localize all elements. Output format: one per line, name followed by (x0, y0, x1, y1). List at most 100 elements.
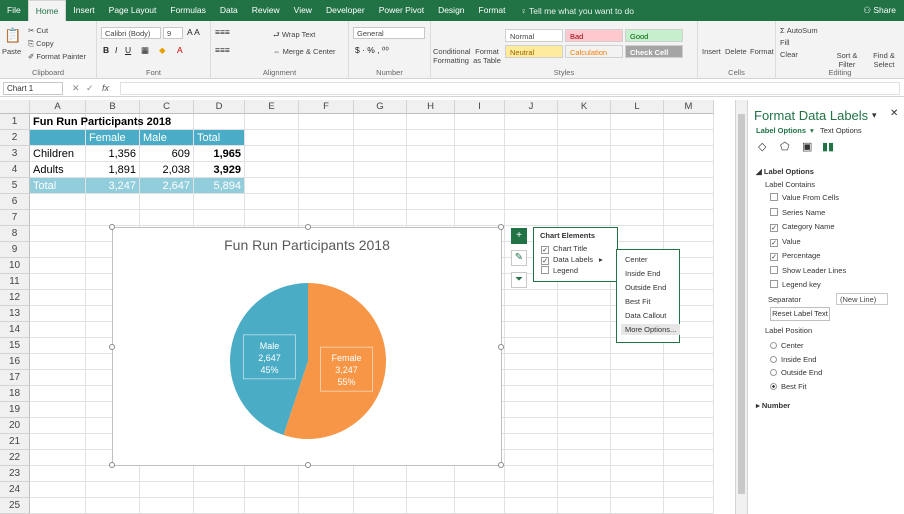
cell[interactable] (407, 130, 455, 146)
cell-value[interactable]: 3,929 (194, 162, 245, 178)
cell[interactable] (455, 146, 505, 162)
conditional-formatting-button[interactable]: Conditional Formatting (433, 47, 471, 65)
cell[interactable] (611, 482, 664, 498)
cell[interactable] (505, 178, 558, 194)
cell[interactable] (558, 194, 611, 210)
formula-input[interactable] (120, 82, 900, 95)
resize-handle[interactable] (109, 224, 115, 230)
cell-value[interactable]: Adults (30, 162, 86, 178)
row-header[interactable]: 10 (0, 258, 30, 274)
cell[interactable] (664, 114, 714, 130)
format-painter-button[interactable]: ✐ Format Painter (28, 52, 86, 61)
cell[interactable] (299, 114, 354, 130)
cell[interactable] (664, 386, 714, 402)
checkbox-option[interactable]: ✓ Category Name (770, 222, 835, 232)
cell[interactable] (611, 450, 664, 466)
cell[interactable] (505, 402, 558, 418)
cell[interactable] (407, 498, 455, 514)
cell[interactable] (354, 210, 407, 226)
cell[interactable] (611, 146, 664, 162)
clear-button[interactable]: Clear (780, 50, 798, 59)
cell[interactable] (505, 194, 558, 210)
cell[interactable] (30, 338, 86, 354)
column-header[interactable]: K (558, 100, 611, 114)
column-header[interactable]: J (505, 100, 558, 114)
row-header[interactable]: 6 (0, 194, 30, 210)
cell[interactable] (558, 130, 611, 146)
cell[interactable] (505, 306, 558, 322)
cell[interactable] (407, 466, 455, 482)
cell[interactable] (354, 130, 407, 146)
cell[interactable] (30, 258, 86, 274)
cell[interactable] (245, 146, 299, 162)
menu-item-center[interactable]: Center (625, 255, 648, 264)
resize-handle[interactable] (498, 224, 504, 230)
cell[interactable] (505, 498, 558, 514)
tab-label-options[interactable]: Label Options (756, 126, 806, 135)
size-properties-icon[interactable]: ▣ (802, 140, 812, 153)
cell[interactable] (30, 370, 86, 386)
cell[interactable] (664, 226, 714, 242)
row-header[interactable]: 2 (0, 130, 30, 146)
cell[interactable] (299, 194, 354, 210)
cell[interactable] (505, 146, 558, 162)
cell[interactable] (611, 498, 664, 514)
copy-button[interactable]: ⎘ Copy (28, 39, 54, 49)
merge-center-button[interactable]: ⇔ Merge & Center (273, 47, 336, 56)
cell-value[interactable]: 2,038 (140, 162, 194, 178)
grow-font-icon[interactable]: A A (187, 27, 200, 37)
resize-handle[interactable] (305, 224, 311, 230)
reset-label-text-button[interactable]: Reset Label Text (770, 307, 830, 321)
cell[interactable] (30, 450, 86, 466)
tab-power-pivot[interactable]: Power Pivot (372, 0, 431, 21)
cell[interactable] (664, 130, 714, 146)
cell[interactable] (558, 322, 611, 338)
cell[interactable] (505, 386, 558, 402)
cell[interactable] (611, 178, 664, 194)
cell[interactable] (558, 210, 611, 226)
tab-developer[interactable]: Developer (319, 0, 372, 21)
row-header[interactable]: 7 (0, 210, 30, 226)
cell-value[interactable]: 3,247 (86, 178, 140, 194)
cell-value[interactable]: 1,356 (86, 146, 140, 162)
chart-filter-icon[interactable]: ⏷ (511, 272, 527, 288)
cell-value[interactable]: Fun Run Participants 2018 (30, 114, 245, 130)
cell[interactable] (558, 338, 611, 354)
cell[interactable] (611, 210, 664, 226)
cell[interactable] (30, 418, 86, 434)
style-neutral[interactable]: Neutral (505, 45, 563, 58)
cell[interactable] (611, 114, 664, 130)
radio-option[interactable]: Center (770, 341, 804, 350)
cell[interactable] (505, 130, 558, 146)
cell[interactable] (558, 354, 611, 370)
column-header[interactable]: A (30, 100, 86, 114)
cell[interactable] (664, 498, 714, 514)
cell[interactable] (611, 386, 664, 402)
number-format-select[interactable]: General (353, 27, 425, 39)
chart-styles-brush-icon[interactable]: ✎ (511, 250, 527, 266)
cell[interactable] (299, 130, 354, 146)
row-header[interactable]: 1 (0, 114, 30, 130)
style-check-cell[interactable]: Check Cell (625, 45, 683, 58)
column-header[interactable]: D (194, 100, 245, 114)
enter-icon[interactable]: ✓ (86, 83, 94, 94)
cell[interactable] (558, 482, 611, 498)
column-header[interactable]: B (86, 100, 140, 114)
cell[interactable] (299, 146, 354, 162)
style-calculation[interactable]: Calculation (565, 45, 623, 58)
cell[interactable] (558, 450, 611, 466)
column-header[interactable]: L (611, 100, 664, 114)
autosum-button[interactable]: Σ AutoSum (780, 26, 818, 35)
row-header[interactable]: 9 (0, 242, 30, 258)
cell[interactable] (30, 402, 86, 418)
cell[interactable] (558, 162, 611, 178)
row-header[interactable]: 14 (0, 322, 30, 338)
cell[interactable] (140, 194, 194, 210)
cell[interactable] (354, 482, 407, 498)
cell[interactable] (194, 498, 245, 514)
cell[interactable] (505, 482, 558, 498)
cell[interactable] (86, 482, 140, 498)
cell[interactable] (30, 194, 86, 210)
data-labels-checkbox[interactable]: ✓ Data Labels ▸ (541, 255, 603, 265)
cell[interactable] (407, 210, 455, 226)
